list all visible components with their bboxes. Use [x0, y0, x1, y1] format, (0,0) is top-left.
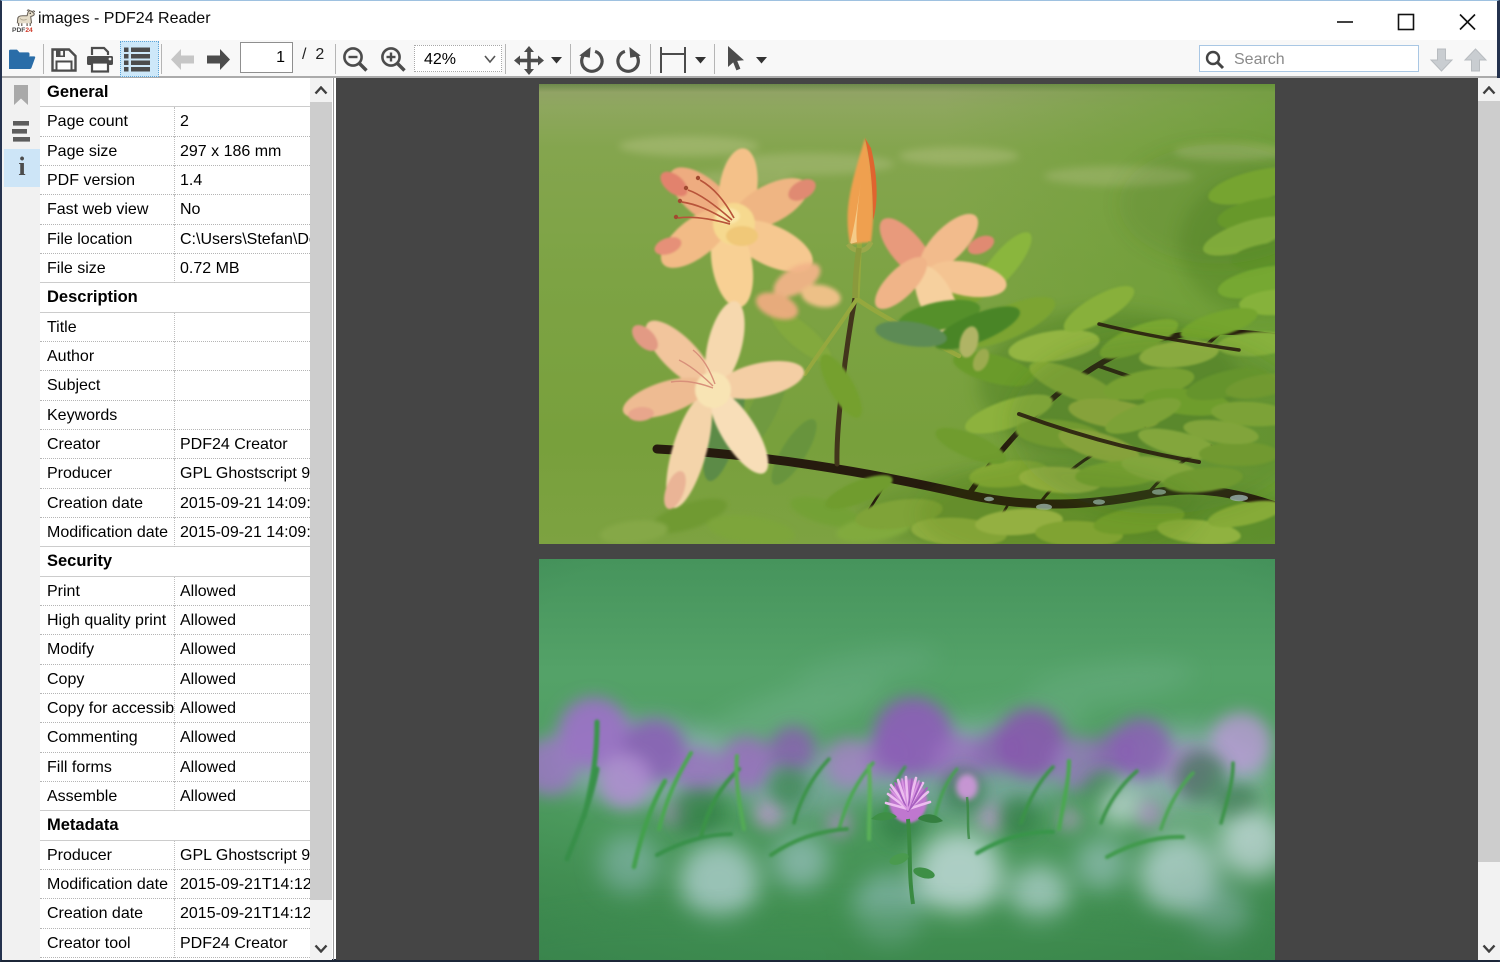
svg-text:PDF24: PDF24	[12, 27, 33, 34]
